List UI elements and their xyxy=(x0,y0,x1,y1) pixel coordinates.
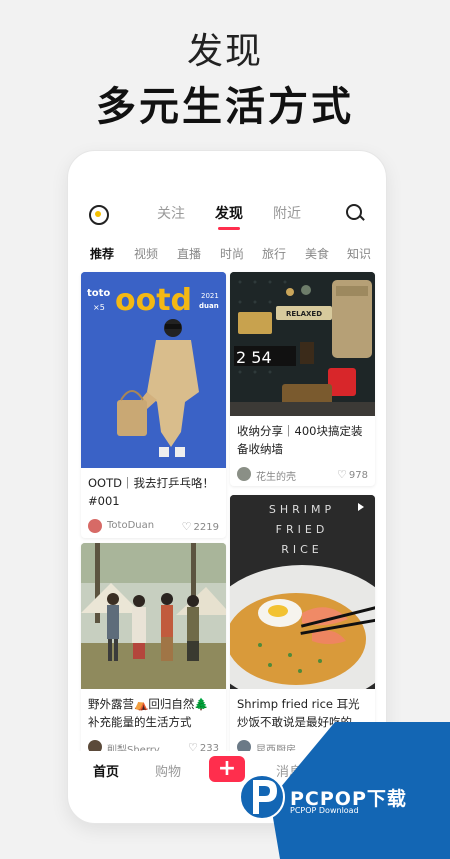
watermark-overlay xyxy=(239,722,450,859)
watermark-subtitle: PCPOP Download xyxy=(290,806,359,815)
